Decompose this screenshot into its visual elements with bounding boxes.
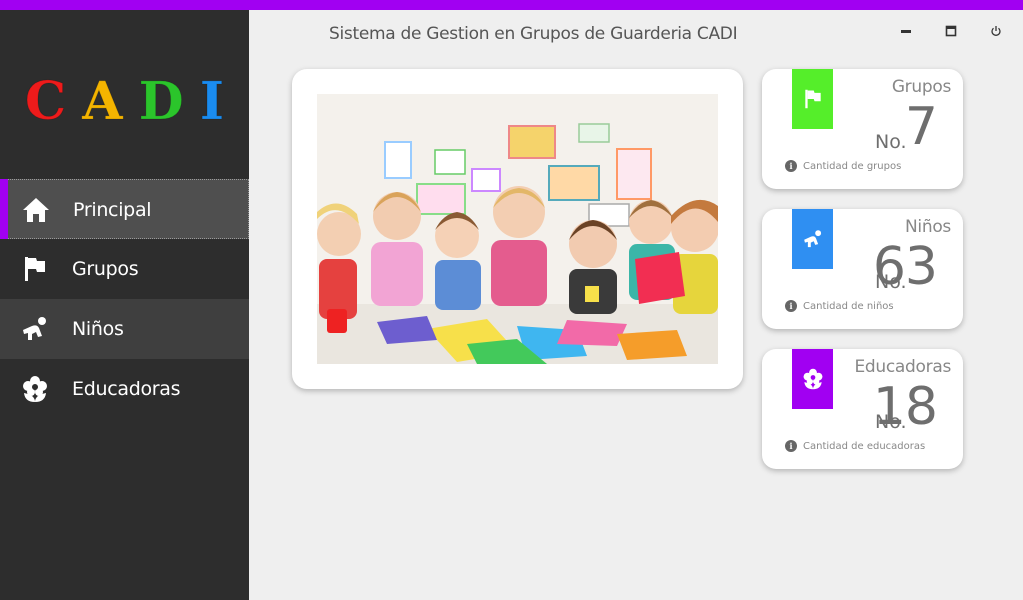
sidebar-item-educadoras[interactable]: Educadoras	[0, 359, 249, 419]
stat-name: Niños	[905, 217, 951, 237]
stat-footer: i Cantidad de niños	[785, 300, 894, 312]
sidebar-item-ninos[interactable]: Niños	[0, 299, 249, 359]
top-accent-bar	[0, 0, 1023, 10]
sidebar-nav: Principal Grupos Niños Educadoras	[0, 179, 249, 419]
stat-card-educadoras: Educadoras No. 18 i Cantidad de educador…	[762, 349, 963, 469]
stat-badge	[792, 349, 833, 409]
power-button[interactable]	[985, 20, 1007, 42]
logo-letter-i: I	[199, 71, 241, 132]
child-icon	[803, 230, 821, 248]
app-title: Sistema de Gestion en Grupos de Guarderi…	[329, 24, 738, 44]
stat-value: 18	[872, 377, 938, 437]
stat-card-grupos: Grupos No. 7 i Cantidad de grupos	[762, 69, 963, 189]
stat-badge	[792, 209, 833, 269]
sidebar-item-label: Principal	[73, 199, 152, 221]
stat-card-ninos: Niños No. 63 i Cantidad de niños	[762, 209, 963, 329]
stat-badge	[792, 69, 833, 129]
sidebar-item-label: Educadoras	[72, 378, 181, 400]
stat-footer: i Cantidad de educadoras	[785, 440, 925, 452]
stat-prefix: No.	[875, 131, 907, 153]
stat-value: 7	[904, 97, 938, 157]
logo-letter-d: D	[138, 71, 200, 132]
sidebar-item-grupos[interactable]: Grupos	[0, 239, 249, 299]
flag-icon	[20, 254, 50, 284]
minimize-icon	[901, 30, 911, 33]
logo-letter-c: C	[24, 71, 83, 132]
cadi-logo: CADI	[0, 71, 249, 132]
minimize-button[interactable]	[895, 20, 917, 42]
flower-icon	[20, 374, 50, 404]
flag-icon	[804, 89, 821, 109]
maximize-icon	[945, 25, 957, 37]
stat-footer-text: Cantidad de educadoras	[803, 440, 926, 452]
info-icon: i	[785, 160, 797, 172]
power-icon	[991, 26, 1001, 36]
stat-name: Grupos	[891, 77, 951, 97]
stat-footer-text: Cantidad de grupos	[803, 160, 902, 172]
sidebar-item-label: Niños	[72, 318, 124, 340]
info-icon: i	[785, 440, 797, 452]
children-crafts-photo	[317, 94, 718, 364]
sidebar: CADI Principal Grupos Niños Educadoras	[0, 10, 249, 600]
maximize-button[interactable]	[940, 20, 962, 42]
photo-card	[292, 69, 743, 389]
info-icon: i	[785, 300, 797, 312]
sidebar-item-label: Grupos	[72, 258, 139, 280]
logo-letter-a: A	[82, 71, 139, 132]
child-icon	[20, 314, 50, 344]
flower-icon	[803, 368, 822, 390]
sidebar-item-principal[interactable]: Principal	[0, 179, 249, 239]
stat-value: 63	[872, 237, 938, 297]
stat-name: Educadoras	[854, 357, 951, 377]
home-icon	[21, 195, 51, 225]
stat-footer-text: Cantidad de niños	[803, 300, 894, 312]
stat-footer: i Cantidad de grupos	[785, 160, 901, 172]
